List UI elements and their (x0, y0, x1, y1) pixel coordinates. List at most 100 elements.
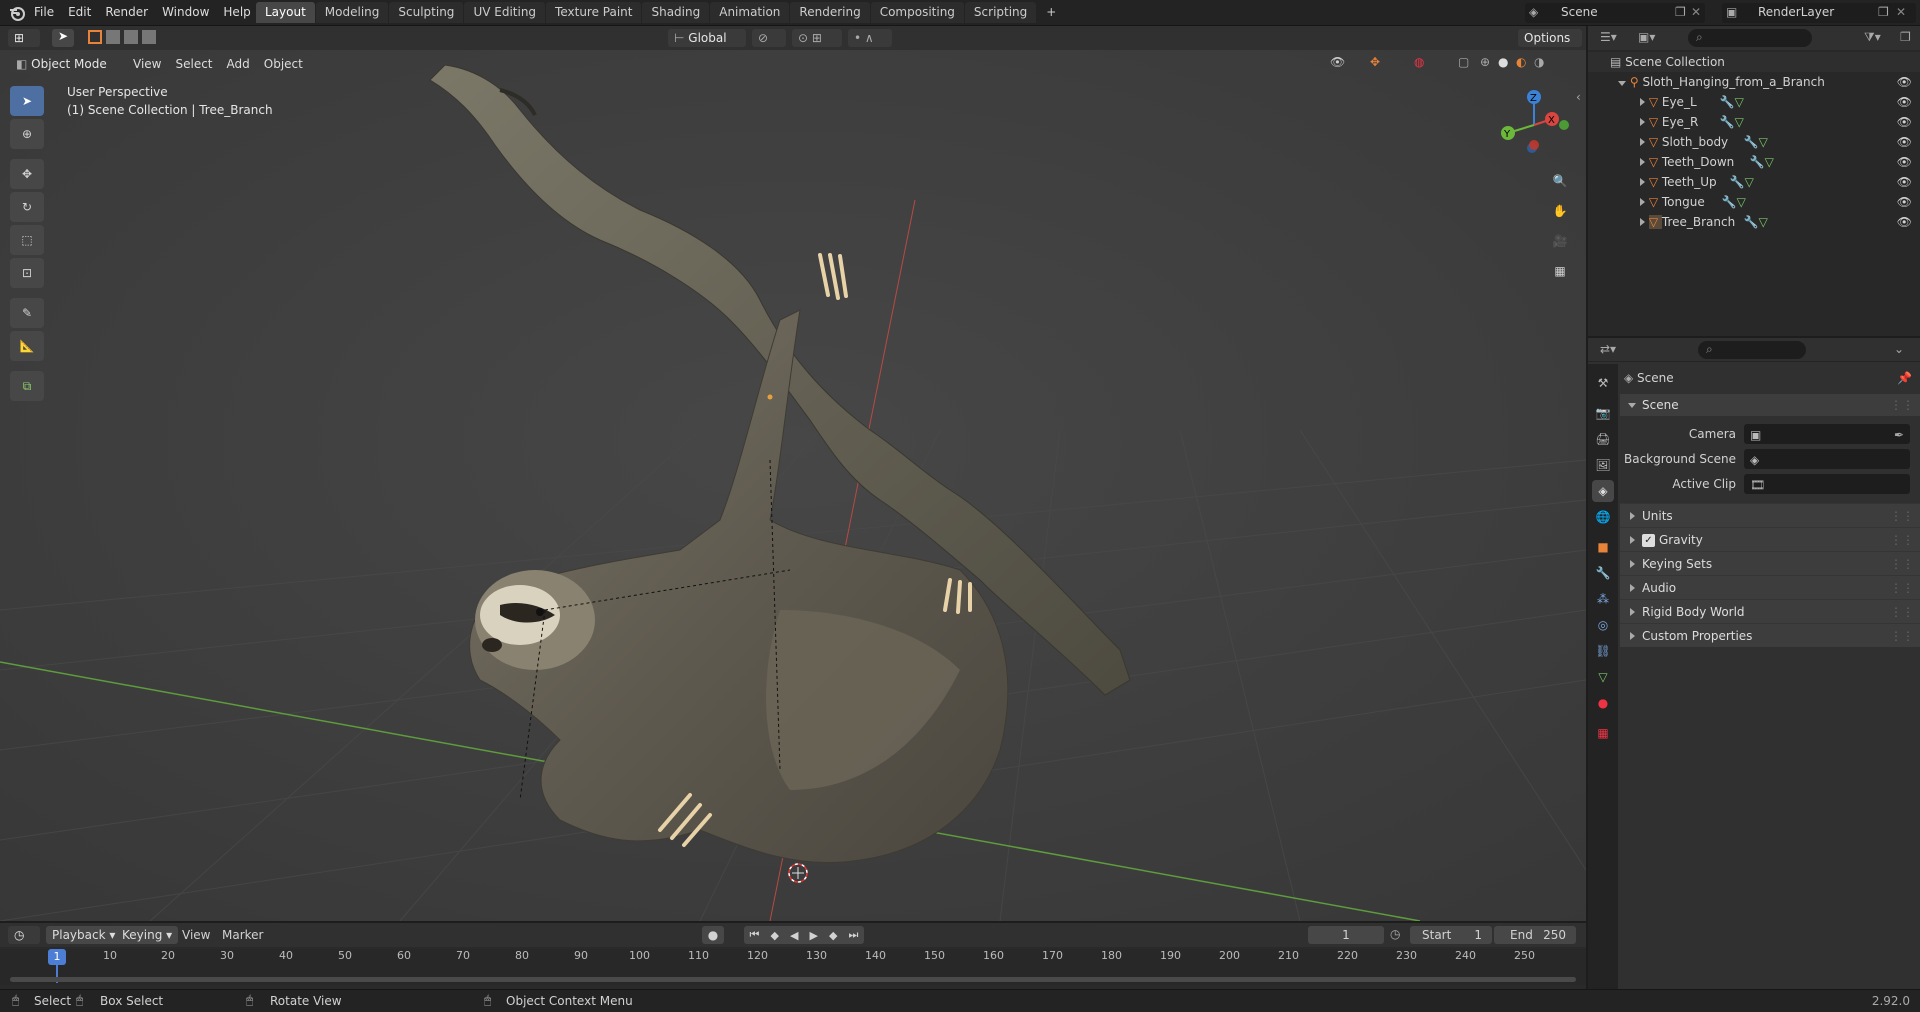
modifier-wrench-icon[interactable]: 🔧 (1744, 135, 1759, 149)
end-frame-field[interactable]: End 250 (1494, 926, 1576, 944)
menu-edit[interactable]: Edit (61, 0, 98, 24)
modifier-wrench-icon[interactable]: 🔧 (1744, 215, 1759, 229)
tab-scripting[interactable]: Scripting (964, 2, 1037, 23)
visibility-icon[interactable]: 👁 (1330, 55, 1345, 69)
transform-orientation-select[interactable]: ⊢ Global (668, 29, 746, 47)
rendered-shading-icon[interactable]: ◑ (1534, 55, 1544, 69)
tool-tab-icon[interactable]: ⚒ (1592, 372, 1614, 394)
render-tab-icon[interactable]: 📷 (1592, 402, 1614, 424)
expand-arrow-icon[interactable] (1640, 118, 1645, 126)
eye-icon[interactable]: 👁 (1897, 92, 1912, 112)
select-tool-icon[interactable]: ➤ (52, 29, 74, 47)
blender-logo-icon[interactable] (8, 4, 26, 22)
gravity-checkbox[interactable]: ✓ (1642, 534, 1655, 547)
view-layer-tab-icon[interactable]: 🖼 (1592, 454, 1614, 476)
close-icon[interactable]: ✕ (1896, 5, 1906, 19)
pin-icon[interactable]: 📌 (1897, 364, 1912, 392)
filter-icon[interactable]: ⧩▾ (1864, 30, 1881, 45)
view-icon[interactable]: ▣▾ (1638, 30, 1655, 44)
display-mode-icon[interactable]: ☰▾ (1600, 30, 1617, 44)
expand-arrow-icon[interactable] (1640, 178, 1645, 186)
selection-mode-icons[interactable] (88, 30, 184, 46)
mode-select[interactable]: ◧ Object Mode (10, 55, 118, 73)
eye-icon[interactable]: 👁 (1897, 152, 1912, 172)
keying-sets-panel-header[interactable]: Keying Sets ⋮⋮ (1620, 551, 1920, 575)
physics-tab-icon[interactable]: ◎ (1592, 614, 1614, 636)
tree-row-object-selected[interactable]: ▽ Tree_Branch 🔧▽ 👁 (1588, 212, 1920, 232)
eye-icon[interactable]: 👁 (1897, 172, 1912, 192)
frame-ruler[interactable]: 1 10 20 30 40 50 60 70 80 90 100 110 120… (0, 949, 1586, 985)
tree-row-object[interactable]: ▽ Tongue 🔧▽ 👁 (1588, 192, 1920, 212)
rigid-body-world-panel-header[interactable]: Rigid Body World ⋮⋮ (1620, 599, 1920, 623)
3d-viewport[interactable]: User Perspective (1) Scene Collection | … (0, 50, 1586, 921)
tab-uv-editing[interactable]: UV Editing (464, 2, 546, 23)
keying-menu[interactable]: Keying ▾ (116, 926, 179, 944)
material-shading-icon[interactable]: ◐ (1516, 55, 1526, 69)
close-icon[interactable]: ✕ (1691, 5, 1701, 19)
mesh-data-icon[interactable]: ▽ (1737, 195, 1746, 209)
menu-window[interactable]: Window (155, 0, 216, 24)
editor-type-button[interactable]: ◷ (8, 926, 40, 944)
playback-menu[interactable]: Playback ▾ (46, 926, 122, 944)
menu-object[interactable]: Object (257, 55, 310, 73)
add-cube-tool[interactable]: ⧉ (10, 371, 44, 401)
menu-help[interactable]: Help (216, 0, 257, 24)
play-icon[interactable]: ▶ (810, 929, 818, 942)
gravity-panel-header[interactable]: ✓ Gravity ⋮⋮ (1620, 527, 1920, 551)
tree-row-object[interactable]: ▽ Eye_L 🔧▽ 👁 (1588, 92, 1920, 112)
eye-icon[interactable]: 👁 (1897, 192, 1912, 212)
measure-tool[interactable]: 📐 (10, 331, 44, 361)
annotate-tool[interactable]: ✎ (10, 298, 44, 328)
view-menu[interactable]: View (182, 926, 210, 944)
drag-handle-icon[interactable]: ⋮⋮ (1890, 600, 1914, 624)
tree-row-object[interactable]: ▽ Sloth_body 🔧▽ 👁 (1588, 132, 1920, 152)
mesh-data-icon[interactable]: ▽ (1735, 95, 1744, 109)
next-keyframe-icon[interactable]: ◆ (829, 929, 837, 942)
cursor-tool[interactable]: ⊕ (10, 119, 44, 149)
editor-type-icon[interactable]: ⇄▾ (1600, 342, 1616, 356)
prev-keyframe-icon[interactable]: ◆ (770, 929, 778, 942)
output-tab-icon[interactable]: 🖨 (1592, 428, 1614, 450)
editor-type-button[interactable]: ⊞ (8, 29, 40, 47)
overlay-toggle-icon[interactable]: ◍ (1414, 55, 1424, 69)
expand-chevron-icon[interactable] (1618, 81, 1626, 86)
camera-view-icon[interactable]: 🎥 (1549, 230, 1571, 252)
tab-modeling[interactable]: Modeling (315, 2, 389, 23)
add-workspace-button[interactable]: + (1037, 2, 1065, 23)
scene-tab-icon[interactable]: ◈ (1592, 480, 1614, 502)
expand-arrow-icon[interactable] (1640, 198, 1645, 206)
drag-handle-icon[interactable]: ⋮⋮ (1890, 624, 1914, 648)
menu-add[interactable]: Add (220, 55, 257, 73)
wireframe-shading-icon[interactable]: ⊕ (1480, 55, 1490, 69)
tree-row-collection[interactable]: ⚲ Sloth_Hanging_from_a_Branch 👁 (1588, 72, 1920, 92)
drag-handle-icon[interactable]: ⋮⋮ (1890, 394, 1914, 416)
units-panel-header[interactable]: Units ⋮⋮ (1620, 503, 1920, 527)
background-scene-field[interactable]: ◈ (1744, 449, 1910, 469)
camera-field[interactable]: ▣ ✒ (1744, 424, 1910, 444)
zoom-icon[interactable]: 🔍 (1549, 170, 1571, 192)
properties-search-input[interactable]: ⌕ (1698, 341, 1806, 359)
rotate-tool[interactable]: ↻ (10, 192, 44, 222)
expand-arrow-icon[interactable] (1640, 98, 1645, 106)
expand-arrow-icon[interactable] (1640, 218, 1645, 226)
play-reverse-icon[interactable]: ◀ (790, 929, 798, 942)
eye-icon[interactable]: 👁 (1897, 212, 1912, 232)
data-tab-icon[interactable]: ▽ (1592, 666, 1614, 688)
expand-arrow-icon[interactable] (1640, 158, 1645, 166)
object-tab-icon[interactable]: ■ (1592, 536, 1614, 558)
tab-shading[interactable]: Shading (642, 2, 710, 23)
eye-icon[interactable]: 👁 (1897, 72, 1912, 92)
gizmo-toggle-icon[interactable]: ✥ (1370, 55, 1380, 69)
material-tab-icon[interactable]: ● (1592, 692, 1614, 714)
tree-row-object[interactable]: ▽ Teeth_Down 🔧▽ 👁 (1588, 152, 1920, 172)
proportional-editing-toggle[interactable]: • ∧ (848, 29, 892, 47)
mesh-data-icon[interactable]: ▽ (1759, 135, 1768, 149)
eyedropper-icon[interactable]: ✒ (1894, 425, 1904, 445)
scene-selector[interactable]: ◈ Scene ❐ ✕ (1525, 3, 1705, 23)
snap-toggle[interactable]: ⊙ ⊞ (792, 29, 842, 47)
constraints-tab-icon[interactable]: ⛓ (1592, 640, 1614, 662)
menu-select[interactable]: Select (168, 55, 219, 73)
options-dropdown[interactable]: Options (1518, 29, 1582, 47)
modifier-wrench-icon[interactable]: 🔧 (1750, 155, 1765, 169)
transform-tool[interactable]: ⊡ (10, 258, 44, 288)
